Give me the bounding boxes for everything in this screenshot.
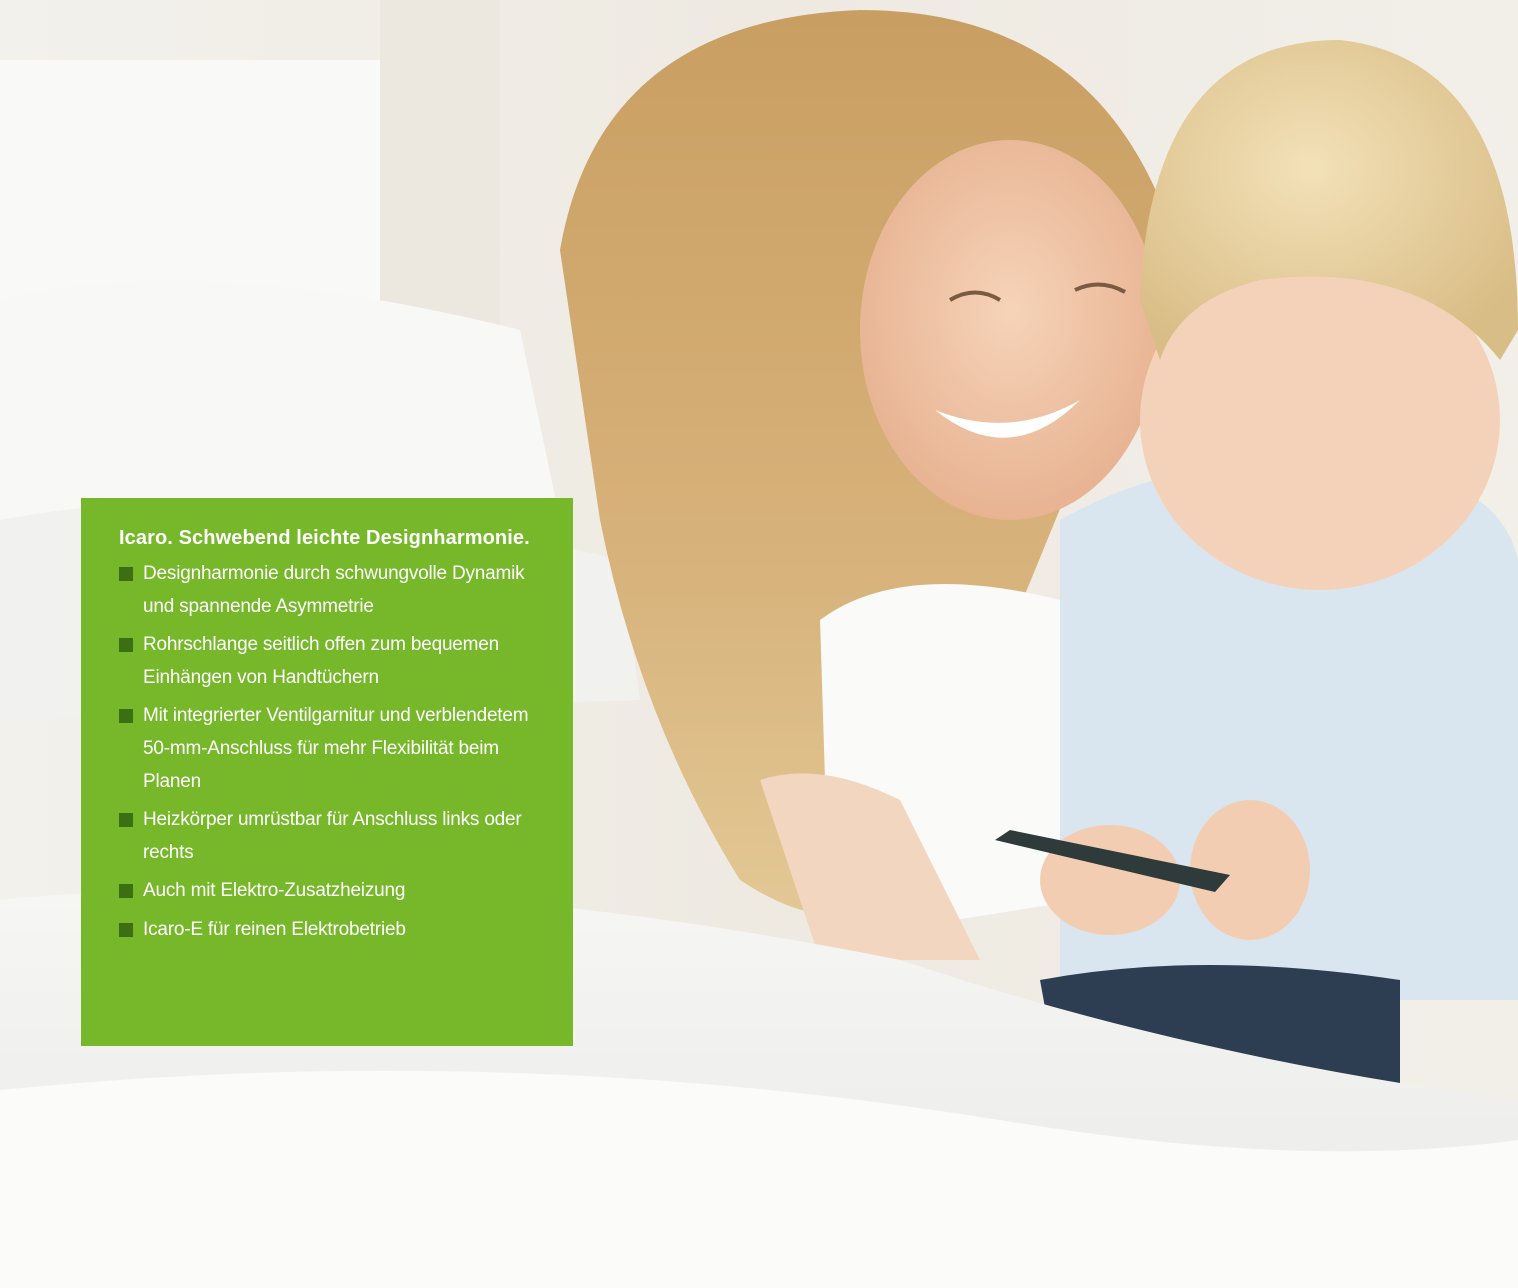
feature-infobox: Icaro. Schwebend leichte Designharmonie.…	[81, 498, 573, 1046]
list-item: Auch mit Elektro-Zusatzheizung	[119, 875, 551, 908]
infobox-title: Icaro. Schwebend leichte Designharmonie.	[119, 527, 530, 549]
square-bullet-icon	[119, 922, 133, 937]
list-item: Rohrschlange seitlich offen zum bequemen…	[119, 629, 551, 694]
list-item-text: Designharmonie durch schwungvolle Dynami…	[143, 563, 525, 617]
square-bullet-icon	[119, 884, 133, 899]
list-item-text: Auch mit Elektro-Zusatzheizung	[143, 880, 406, 902]
square-bullet-icon	[119, 813, 133, 828]
square-bullet-icon	[119, 638, 133, 653]
list-item-text: Mit integrierter Ventilgarnitur und verb…	[143, 705, 529, 792]
list-item-text: Rohrschlange seitlich offen zum bequemen…	[143, 634, 500, 688]
list-item: Heizkörper umrüstbar für Anschluss links…	[119, 804, 551, 869]
list-item: Mit integrierter Ventilgarnitur und verb…	[119, 700, 551, 798]
list-item: Icaro-E für reinen Elektrobetrieb	[119, 914, 551, 947]
square-bullet-icon	[119, 567, 133, 581]
feature-list: Designharmonie durch schwungvolle Dynami…	[119, 558, 551, 947]
list-item: Designharmonie durch schwungvolle Dynami…	[119, 558, 551, 623]
list-item-text: Icaro-E für reinen Elektrobetrieb	[143, 918, 406, 940]
square-bullet-icon	[119, 709, 133, 724]
list-item-text: Heizkörper umrüstbar für Anschluss links…	[143, 809, 522, 863]
